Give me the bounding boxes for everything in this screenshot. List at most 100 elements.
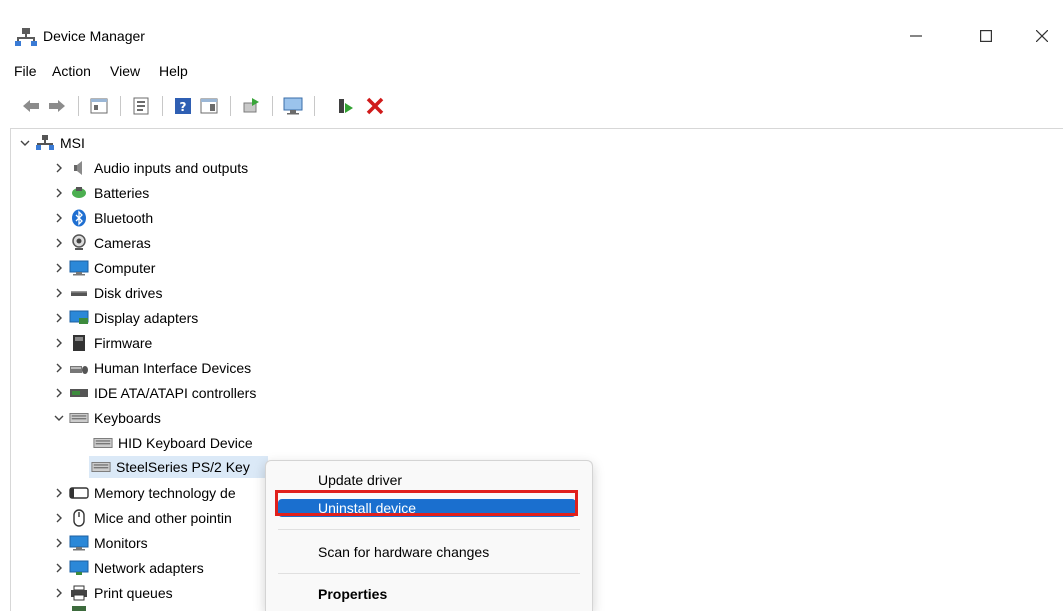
chevron-down-icon[interactable]	[51, 406, 67, 430]
close-button[interactable]	[1020, 18, 1063, 54]
menu-bar: File Action View Help	[0, 60, 1063, 84]
scrollbar[interactable]	[1053, 128, 1063, 610]
chevron-right-icon[interactable]	[51, 481, 67, 505]
enable-device-button[interactable]	[334, 95, 356, 117]
chevron-right-icon[interactable]	[51, 231, 67, 255]
tree-item-label: Disk drives	[94, 285, 163, 301]
tree-item-steelseries-keyboard[interactable]: SteelSeries PS/2 Key	[89, 456, 268, 478]
maximize-icon	[980, 30, 992, 42]
tree-item-network[interactable]: Network adapters	[51, 556, 204, 580]
tree-item-label: Network adapters	[94, 560, 204, 576]
back-button[interactable]	[20, 95, 42, 117]
tree-item-print-queues[interactable]: Print queues	[51, 581, 173, 605]
tree-root-label: MSI	[60, 135, 85, 151]
tree-item-disk-drives[interactable]: Disk drives	[51, 281, 162, 305]
human-interface-icon	[69, 358, 89, 378]
tree-item-memory[interactable]: Memory technology de	[51, 481, 236, 505]
keyboard-icon	[93, 433, 113, 453]
tree-item-mice[interactable]: Mice and other pointin	[51, 506, 232, 530]
show-action-pane-icon	[200, 98, 218, 114]
chevron-right-icon[interactable]	[51, 381, 67, 405]
tree-item-computer[interactable]: Computer	[51, 256, 155, 280]
chevron-right-icon[interactable]	[51, 256, 67, 280]
tree-item-display-adapters[interactable]: Display adapters	[51, 306, 198, 330]
chevron-down-icon[interactable]	[17, 131, 33, 155]
uninstall-device-button[interactable]	[364, 95, 386, 117]
menu-properties[interactable]: Properties	[318, 586, 387, 602]
tree-root[interactable]: MSI	[17, 131, 85, 155]
back-arrow-icon	[23, 100, 39, 112]
title-bar: Device Manager	[0, 0, 1063, 56]
tree-item-label: Memory technology de	[94, 485, 236, 501]
help-button[interactable]: ?	[172, 95, 194, 117]
tree-item-hid[interactable]: Human Interface Devices	[51, 356, 251, 380]
tree-item-label: Computer	[94, 260, 156, 276]
show-hide-console-tree-icon	[90, 98, 108, 114]
chevron-right-icon[interactable]	[51, 306, 67, 330]
minimize-button[interactable]	[894, 18, 938, 54]
tree-item-label: IDE ATA/ATAPI controllers	[94, 385, 257, 401]
chevron-right-icon[interactable]	[51, 331, 67, 355]
tree-item-monitors[interactable]: Monitors	[51, 531, 148, 555]
uninstall-device-icon	[366, 97, 384, 115]
tree-item-partial	[51, 606, 94, 611]
tree-item-label: Display adapters	[94, 310, 199, 326]
scan-hardware-button[interactable]	[282, 95, 304, 117]
tree-item-audio[interactable]: Audio inputs and outputs	[51, 156, 248, 180]
menu-action[interactable]: Action	[52, 63, 91, 79]
chevron-right-icon[interactable]	[51, 156, 67, 180]
menu-help[interactable]: Help	[159, 63, 188, 79]
chevron-right-icon[interactable]	[51, 581, 67, 605]
action-pane-button[interactable]	[198, 95, 220, 117]
tree-item-label: Audio inputs and outputs	[94, 160, 249, 176]
window-title: Device Manager	[43, 28, 145, 44]
keyboard-icon	[69, 408, 89, 428]
monitor-icon	[69, 258, 89, 278]
speaker-icon	[69, 158, 89, 178]
mouse-icon	[69, 508, 89, 528]
tree-item-bluetooth[interactable]: Bluetooth	[51, 206, 153, 230]
tree-item-keyboards[interactable]: Keyboards	[51, 406, 161, 430]
annotation-highlight-box	[275, 490, 578, 516]
menu-file[interactable]: File	[14, 63, 37, 79]
chevron-right-icon[interactable]	[51, 281, 67, 305]
chevron-right-icon[interactable]	[51, 506, 67, 530]
battery-icon	[69, 183, 89, 203]
scan-hardware-icon	[283, 97, 303, 115]
forward-button[interactable]	[46, 95, 68, 117]
tree-item-ide[interactable]: IDE ATA/ATAPI controllers	[51, 381, 256, 405]
menu-scan-hardware[interactable]: Scan for hardware changes	[318, 544, 489, 560]
memory-icon	[69, 483, 89, 503]
maximize-button[interactable]	[964, 18, 1008, 54]
close-icon	[1036, 30, 1048, 42]
bluetooth-icon	[69, 208, 89, 228]
chevron-right-icon[interactable]	[51, 356, 67, 380]
menu-divider	[278, 529, 580, 530]
tree-item-hid-keyboard[interactable]: HID Keyboard Device	[91, 431, 253, 455]
enable-device-icon	[339, 99, 353, 113]
tree-item-cameras[interactable]: Cameras	[51, 231, 151, 255]
tree-item-batteries[interactable]: Batteries	[51, 181, 149, 205]
menu-update-driver[interactable]: Update driver	[318, 472, 402, 488]
chevron-right-icon[interactable]	[51, 181, 67, 205]
menu-view[interactable]: View	[110, 63, 140, 79]
tree-item-label: Keyboards	[94, 410, 161, 426]
minimize-icon	[910, 35, 922, 37]
camera-icon	[69, 233, 89, 253]
display-adapter-icon	[69, 308, 89, 328]
update-driver-button[interactable]	[240, 95, 262, 117]
tree-item-label: Print queues	[94, 585, 173, 601]
chevron-right-icon[interactable]	[51, 556, 67, 580]
forward-arrow-icon	[49, 100, 65, 112]
console-tree-button[interactable]	[88, 95, 110, 117]
chevron-right-icon[interactable]	[51, 531, 67, 555]
tree-item-label: Bluetooth	[94, 210, 154, 226]
tree-item-label: Firmware	[94, 335, 153, 351]
properties-button[interactable]	[130, 95, 152, 117]
tree-item-firmware[interactable]: Firmware	[51, 331, 152, 355]
update-driver-icon	[243, 98, 259, 113]
firmware-chip-icon	[69, 333, 89, 353]
chevron-right-icon[interactable]	[51, 206, 67, 230]
ide-controller-icon	[69, 383, 89, 403]
printer-icon	[69, 583, 89, 603]
